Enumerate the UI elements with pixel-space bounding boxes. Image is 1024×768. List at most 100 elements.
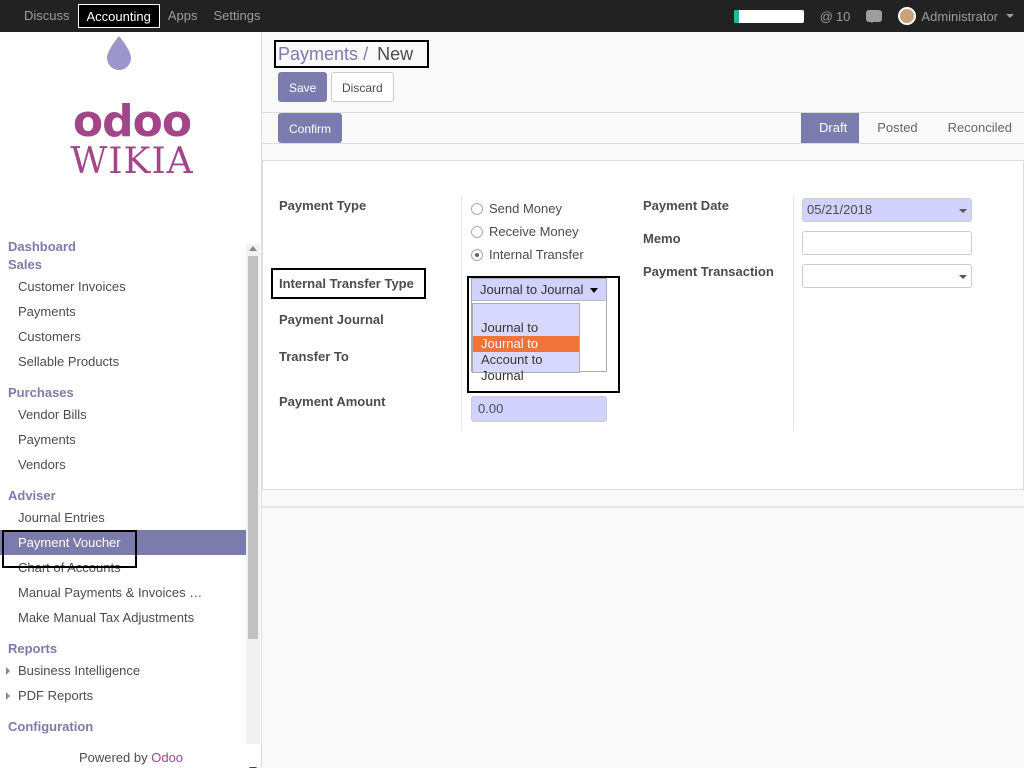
- option-journal-to-account[interactable]: Journal to Account: [473, 336, 579, 367]
- powered-by-text: Powered by: [78, 750, 148, 765]
- progress-fill: [733, 9, 740, 23]
- sidebar-section-reports[interactable]: Reports: [0, 640, 246, 658]
- transfer-type-current[interactable]: Journal to Journal: [472, 279, 606, 301]
- radio-label: Internal Transfer: [489, 247, 584, 262]
- option-journal-to-journal[interactable]: Journal to Journal: [473, 320, 579, 351]
- transfer-type-options: Journal to Journal Journal to Account Ac…: [472, 303, 580, 383]
- save-button[interactable]: Save: [278, 72, 328, 102]
- sidebar-item-business-intelligence[interactable]: Business Intelligence: [0, 658, 246, 683]
- option-empty[interactable]: [473, 304, 579, 320]
- powered-by: Powered by Odoo: [0, 750, 262, 765]
- form-sheet: Payment Type Send Money Receive Money In…: [262, 160, 1024, 490]
- breadcrumb-current: New: [377, 44, 414, 64]
- payment-date-label: Payment Date: [643, 198, 729, 213]
- sidebar: odoo WIKIA Dashboard Sales Customer Invoic…: [0, 32, 262, 768]
- radio-icon[interactable]: [471, 225, 483, 238]
- app-menu: Discuss Accounting Apps Settings: [0, 0, 268, 32]
- scrollbar-thumb[interactable]: [248, 256, 258, 639]
- dropdown-arrow-icon[interactable]: [959, 275, 967, 279]
- divider: [793, 196, 794, 431]
- powered-by-link[interactable]: Odoo: [151, 750, 183, 765]
- stage-posted[interactable]: Posted: [859, 113, 929, 143]
- transfer-type-select[interactable]: Journal to Journal Journal to Journal Jo…: [471, 278, 607, 383]
- memo-field[interactable]: [802, 231, 972, 255]
- sidebar-item-customers[interactable]: Customers: [0, 324, 246, 349]
- sidebar-item-payments[interactable]: Payments: [0, 299, 246, 324]
- sidebar-item-payment-voucher[interactable]: Payment Voucher: [0, 530, 246, 555]
- stage-reconciled[interactable]: Reconciled: [930, 113, 1024, 143]
- payment-transaction-field[interactable]: [802, 264, 972, 288]
- mentions-count: 10: [835, 8, 851, 24]
- payment-journal-label: Payment Journal: [279, 312, 384, 327]
- chat-icon[interactable]: [866, 10, 883, 23]
- scroll-up-icon[interactable]: [249, 246, 257, 251]
- transfer-type-value: Journal to Journal: [480, 282, 584, 297]
- payment-amount-field[interactable]: 0.00: [471, 396, 607, 422]
- divider: [262, 506, 1024, 508]
- payment-amount-label: Payment Amount: [279, 394, 386, 409]
- breadcrumb-separator: /: [363, 44, 369, 64]
- stage-draft[interactable]: Draft: [801, 113, 860, 143]
- menu-discuss[interactable]: Discuss: [16, 4, 78, 28]
- company-logo: odoo WIKIA: [52, 100, 212, 180]
- payment-type-label: Payment Type: [279, 198, 367, 213]
- radio-icon[interactable]: [471, 248, 483, 261]
- radio-label: Send Money: [489, 201, 562, 216]
- menu-accounting[interactable]: Accounting: [77, 4, 160, 28]
- menu-settings[interactable]: Settings: [205, 4, 268, 28]
- sidebar-item-vendors[interactable]: Vendors: [0, 452, 246, 477]
- avatar: [898, 7, 917, 25]
- logo-odoo-text: odoo: [72, 96, 192, 147]
- sidebar-item-chart-of-accounts[interactable]: Chart of Accounts: [0, 555, 246, 580]
- sidebar-section-purchases[interactable]: Purchases: [0, 384, 246, 402]
- status-bar: Confirm Draft Posted Reconciled: [262, 112, 1024, 144]
- transfer-type-label: Internal Transfer Type: [279, 276, 414, 291]
- caret-down-icon: [1006, 14, 1014, 18]
- radio-receive-money[interactable]: Receive Money: [471, 224, 579, 239]
- payment-amount-input[interactable]: 0.00: [476, 399, 602, 419]
- option-account-to-journal[interactable]: Account to Journal: [473, 352, 579, 383]
- sidebar-item-sellable-products[interactable]: Sellable Products: [0, 349, 246, 374]
- logo-wikia-text: WIKIA: [70, 141, 194, 182]
- main-content: Payments / New Save Discard Confirm Draf…: [262, 32, 1024, 768]
- divider: [461, 196, 462, 431]
- sidebar-nav: Dashboard Sales Customer Invoices Payments C…: [0, 238, 246, 736]
- mentions-counter[interactable]: @ 10: [820, 9, 851, 24]
- payment-date-field[interactable]: 05/21/2018: [802, 198, 972, 222]
- sidebar-section-adviser[interactable]: Adviser: [0, 487, 246, 505]
- stage-pipeline: Draft Posted Reconciled: [801, 113, 1024, 143]
- sidebar-item-make-manual-tax-adjustments[interactable]: Make Manual Tax Adjustments: [0, 605, 246, 630]
- odoo-drop-icon: [107, 36, 131, 70]
- sidebar-item-vendor-bills[interactable]: Vendor Bills: [0, 402, 246, 427]
- dropdown-arrow-icon: [590, 288, 598, 293]
- transfer-to-label: Transfer To: [279, 349, 349, 364]
- memo-label: Memo: [643, 231, 681, 246]
- user-name: Administrator: [921, 8, 998, 24]
- radio-label: Receive Money: [489, 224, 579, 239]
- radio-internal-transfer[interactable]: Internal Transfer: [471, 247, 584, 262]
- sidebar-section-sales[interactable]: Sales: [0, 256, 246, 274]
- confirm-button[interactable]: Confirm: [278, 113, 343, 143]
- top-navbar: Discuss Accounting Apps Settings @ 10 Ad…: [0, 0, 1024, 32]
- sidebar-section-dashboard[interactable]: Dashboard: [0, 238, 246, 256]
- menu-apps[interactable]: Apps: [160, 4, 206, 28]
- breadcrumb: Payments / New: [278, 44, 413, 65]
- payment-date-value: 05/21/2018: [807, 202, 873, 217]
- systray: @ 10 Administrator: [733, 0, 1014, 32]
- progress-bar[interactable]: [733, 9, 804, 23]
- radio-send-money[interactable]: Send Money: [471, 201, 562, 216]
- payment-transaction-label: Payment Transaction: [643, 264, 774, 279]
- sidebar-item-manual-payments-invoices[interactable]: Manual Payments & Invoices …: [0, 580, 246, 605]
- user-menu[interactable]: Administrator: [898, 7, 1014, 25]
- sidebar-scrollbar[interactable]: [246, 244, 260, 768]
- breadcrumb-payments[interactable]: Payments: [278, 44, 358, 64]
- sidebar-item-payments[interactable]: Payments: [0, 427, 246, 452]
- discard-button[interactable]: Discard: [331, 72, 394, 102]
- sidebar-item-customer-invoices[interactable]: Customer Invoices: [0, 274, 246, 299]
- sidebar-item-pdf-reports[interactable]: PDF Reports: [0, 683, 246, 708]
- sidebar-item-journal-entries[interactable]: Journal Entries: [0, 505, 246, 530]
- sidebar-section-configuration[interactable]: Configuration: [0, 718, 246, 736]
- at-icon: @: [819, 8, 833, 24]
- date-dropdown-icon[interactable]: [959, 209, 967, 213]
- radio-icon[interactable]: [471, 202, 483, 215]
